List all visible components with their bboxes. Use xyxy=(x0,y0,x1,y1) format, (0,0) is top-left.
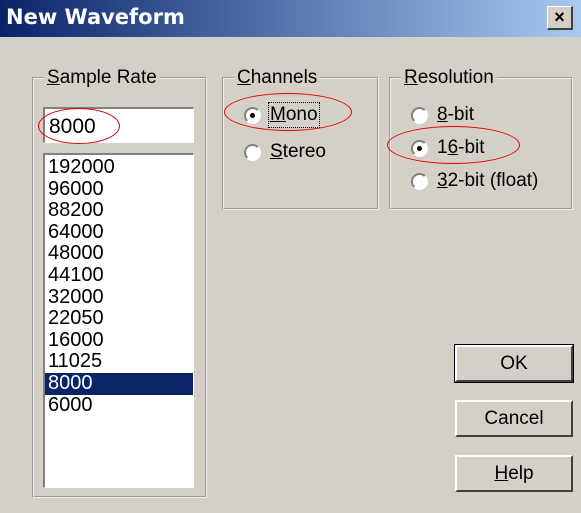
stereo-radio[interactable]: Stereo xyxy=(244,141,326,163)
sample-rate-option[interactable]: 22050 xyxy=(45,308,193,330)
32bit-radio-indicator[interactable] xyxy=(411,172,428,190)
32bit-label: 32-bit (float) xyxy=(437,170,539,191)
sample-rate-option[interactable]: 192000 xyxy=(45,156,193,179)
sample-rate-option[interactable]: 8000 xyxy=(45,372,193,395)
sample-rate-option[interactable]: 11025 xyxy=(45,351,193,373)
sample-rate-legend-rest: ample Rate xyxy=(59,67,157,88)
window-title: New Waveform xyxy=(6,5,185,29)
sample-rate-option[interactable]: 64000 xyxy=(45,221,193,244)
sample-rate-option[interactable]: 88200 xyxy=(45,200,193,222)
sample-rate-option[interactable]: 44100 xyxy=(45,264,193,287)
mono-label: Mono xyxy=(268,102,320,128)
mono-radio[interactable]: Mono xyxy=(244,102,320,128)
sample-rate-option[interactable]: 16000 xyxy=(45,329,193,352)
8bit-label: 8-bit xyxy=(437,104,474,125)
16bit-label: 16-bit xyxy=(437,137,485,158)
sample-rate-input[interactable]: 8000 xyxy=(43,107,194,143)
new-waveform-dialog: New Waveform × Sample Rate 8000 192000 96… xyxy=(0,0,581,513)
32bit-radio[interactable]: 32-bit (float) xyxy=(411,170,538,192)
8bit-radio-indicator[interactable] xyxy=(411,106,428,124)
channels-legend: Channels xyxy=(237,67,318,88)
16bit-radio-indicator[interactable] xyxy=(411,139,428,157)
sample-rate-option[interactable]: 6000 xyxy=(45,394,193,417)
stereo-radio-indicator[interactable] xyxy=(244,143,261,161)
help-button[interactable]: Help xyxy=(455,455,573,492)
stereo-label: Stereo xyxy=(270,141,326,162)
resolution-legend: Resolution xyxy=(404,67,494,88)
cancel-button[interactable]: Cancel xyxy=(455,400,573,437)
close-button[interactable]: × xyxy=(547,6,573,30)
sample-rate-legend: Sample Rate xyxy=(47,67,157,88)
sample-rate-list[interactable]: 192000 96000 88200 64000 48000 44100 32000 2205… xyxy=(43,153,194,488)
8bit-radio[interactable]: 8-bit xyxy=(411,104,474,126)
sample-rate-option[interactable]: 48000 xyxy=(45,243,193,265)
ok-button[interactable]: OK xyxy=(454,344,574,383)
mono-radio-indicator[interactable] xyxy=(244,106,261,124)
title-bar[interactable]: New Waveform × xyxy=(0,0,581,37)
16bit-radio[interactable]: 16-bit xyxy=(411,137,485,159)
sample-rate-option[interactable]: 32000 xyxy=(45,286,193,309)
channels-group: Channels xyxy=(222,67,379,210)
sample-rate-option[interactable]: 96000 xyxy=(45,178,193,201)
close-icon: × xyxy=(554,7,565,27)
